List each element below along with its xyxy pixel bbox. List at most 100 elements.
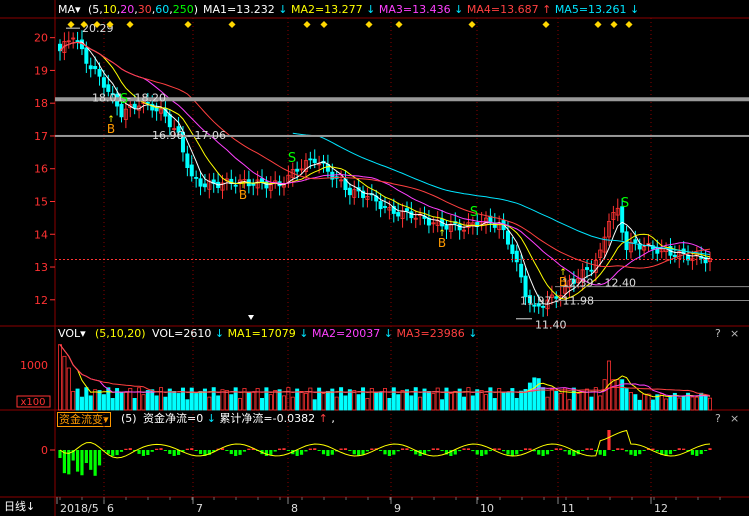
volume-bar [391,387,396,411]
volume-bar [343,395,348,411]
volume-bar [545,396,550,411]
volume-unit-label: x100 [20,397,45,408]
volume-bar [409,395,414,411]
volume-bar [431,393,436,411]
volume-bar [650,399,655,411]
flow-bar [633,450,637,456]
candle-body [251,183,256,186]
candle-body [514,250,519,263]
flow-bar [501,450,506,452]
buy-arrow-icon: ↑ [107,115,115,125]
signal-diamond-icon [395,20,403,29]
flow-bar [326,450,330,456]
signal-diamond-icon [365,20,373,29]
flow-bar [585,448,589,450]
volume-bar [694,396,699,411]
volume-bar [79,396,84,411]
volume-bar [356,394,361,411]
flow-bar [146,450,150,456]
signal-diamond-icon [184,20,192,29]
flow-bar [379,450,383,451]
flow-bar [602,450,607,456]
flow-bar [690,450,695,455]
volume-bar [664,398,669,411]
flow-bar [150,450,154,452]
flow-bar [370,448,374,450]
flow-bar [510,450,514,456]
flow-bar [497,448,501,450]
signal-diamond-icon [625,20,633,29]
flow-bar [589,448,594,450]
ma5-line [59,41,711,305]
flow-bar [321,450,326,455]
flow-bar [361,450,365,455]
flow-bar [269,450,273,455]
flow-bar [282,448,286,450]
candle-body [672,254,677,258]
flow-bar [383,450,387,455]
volume-bar [88,395,93,411]
volume-bar [444,387,449,411]
volume-bar [365,398,370,411]
volume-bar [260,398,265,411]
volume-bar [519,390,524,411]
volume-bar [668,395,673,411]
date-label-5: 10 [480,502,494,515]
volume-bar [387,397,392,411]
volume-bar [624,388,629,411]
volume-bar [172,390,177,411]
signal-diamond-icon [468,20,476,29]
flow-bar [163,450,168,451]
flow-bar [471,450,475,452]
volume-bar [514,397,519,411]
volume-bar [229,394,234,411]
volume-bar [84,387,89,411]
signal-diamond-icon [67,20,75,29]
volume-bar [628,392,633,411]
volume-bar [141,394,146,411]
flow-bar [365,450,370,452]
sell-marker-2: S [470,205,478,220]
flow-bar [295,450,299,456]
signal-diamond-icon [228,20,236,29]
candle-body [396,212,401,217]
signal-diamond-icon [303,20,311,29]
flow-bar [128,448,132,450]
signal-diamond-icon [320,20,328,29]
volume-bar [558,393,563,411]
band-label-4: 11.97 - 11.98 [520,294,594,307]
candle-body [347,187,352,196]
flow-bar [155,448,159,450]
candle-body [189,164,194,177]
volume-bar [378,391,383,411]
flow-bar [541,450,545,456]
flow-bar [440,450,444,452]
ma60-line [292,132,711,255]
flow-bar [453,450,457,455]
flow-bar [172,450,176,456]
volume-bar [646,393,651,411]
candle-body [88,65,93,70]
volume-bar [475,389,480,411]
candle-body [233,184,238,187]
candle-body [84,47,89,64]
candle-body [505,230,510,245]
chart-canvas[interactable]: 2018/5 6 7 8 9 10 11 1220191817161514131220.291… [0,0,749,516]
flow-bar [537,450,541,455]
flow-bar [458,450,462,452]
volume-bar [611,379,616,411]
vol-ma1-line [59,344,711,398]
price-axis-label-3: 17 [34,130,48,143]
flow-bar [677,448,681,450]
volume-bar [273,390,278,411]
ma10-line [59,41,711,300]
volume-bar [708,397,713,411]
volume-bar [589,396,594,411]
volume-bar [418,396,423,411]
volume-bar [339,387,344,411]
date-label-3: 8 [291,502,298,515]
volume-bar [492,398,497,411]
flow-bar [462,448,466,450]
volume-bar [290,396,295,411]
volume-bar [598,395,603,411]
